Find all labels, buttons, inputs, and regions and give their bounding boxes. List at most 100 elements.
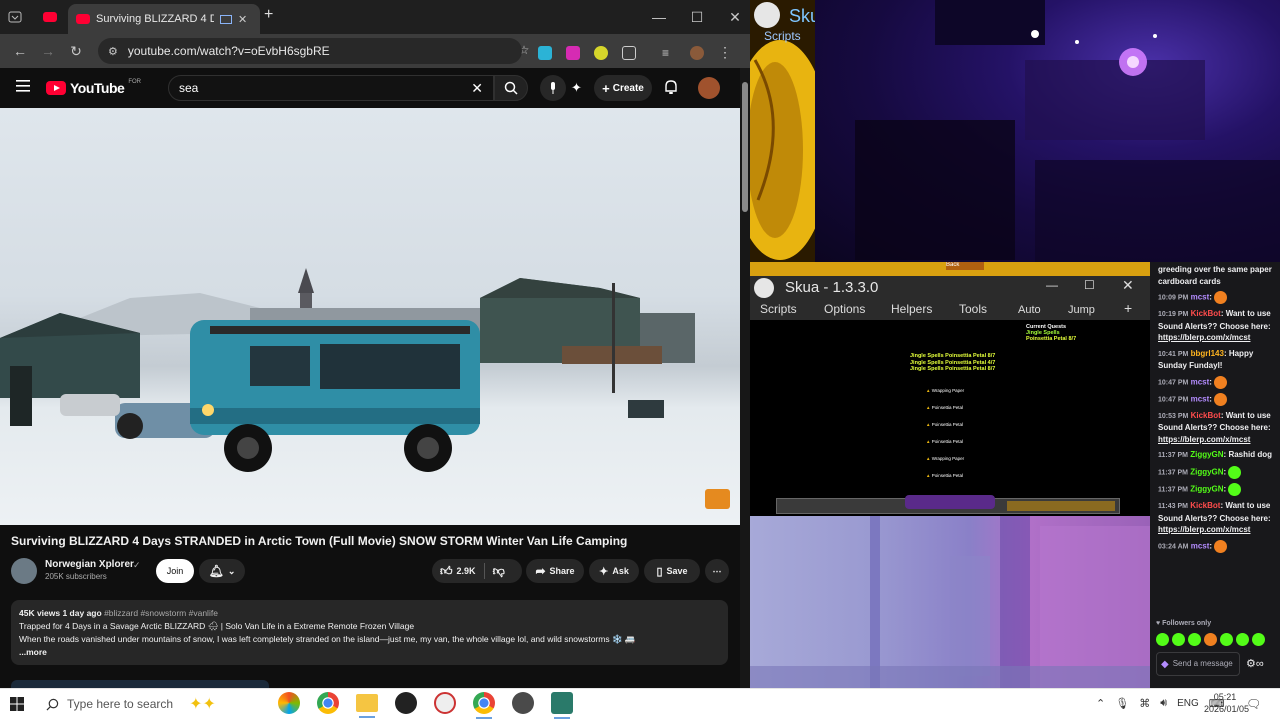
skua-menu-tools[interactable]: Tools bbox=[959, 302, 987, 316]
emote[interactable] bbox=[1172, 633, 1185, 646]
chat-username[interactable]: bbgrl143 bbox=[1191, 349, 1224, 358]
chat-username[interactable]: ZiggyGN bbox=[1190, 467, 1223, 476]
chat-username[interactable]: mcst bbox=[1191, 377, 1210, 386]
emote[interactable] bbox=[1204, 633, 1217, 646]
share-button[interactable]: ➦ Share bbox=[526, 559, 584, 583]
emote[interactable] bbox=[1214, 392, 1228, 406]
skua-minimize-button[interactable]: — bbox=[1046, 278, 1058, 292]
tab-search-icon[interactable] bbox=[8, 10, 22, 24]
notification-center-icon[interactable]: 🗨︎ bbox=[1246, 697, 1261, 711]
app-game-icon[interactable] bbox=[551, 692, 573, 719]
search-box[interactable]: ✕ bbox=[168, 75, 494, 101]
media-control-icon[interactable]: ≡ bbox=[662, 46, 676, 60]
emote[interactable] bbox=[1228, 465, 1242, 479]
skua-menu-options[interactable]: Options bbox=[824, 302, 865, 316]
emote[interactable] bbox=[1188, 633, 1201, 646]
search-button[interactable] bbox=[494, 75, 528, 101]
video-player[interactable] bbox=[0, 108, 740, 525]
chat-username[interactable]: mcst bbox=[1191, 541, 1210, 550]
emote[interactable] bbox=[1156, 633, 1169, 646]
tab-active[interactable]: Surviving BLIZZARD 4 Days ✕ bbox=[68, 4, 260, 34]
like-icon[interactable]: 👍︎ bbox=[440, 564, 453, 579]
emote[interactable] bbox=[1214, 291, 1228, 304]
app-snip-icon[interactable] bbox=[434, 692, 456, 714]
skua-close-button[interactable]: ✕ bbox=[1122, 277, 1134, 294]
game-action-bar[interactable] bbox=[776, 495, 1120, 514]
emote[interactable] bbox=[1236, 633, 1249, 646]
create-button[interactable]: + Create bbox=[594, 75, 652, 101]
windows-start-icon[interactable] bbox=[10, 697, 24, 711]
close-window-button[interactable]: ✕ bbox=[716, 9, 750, 26]
tray-chevron-up-icon[interactable]: ⌃ bbox=[1096, 697, 1105, 710]
more-actions-button[interactable]: ⋯ bbox=[705, 559, 729, 583]
tray-language[interactable]: ENG bbox=[1177, 698, 1199, 709]
channel-name[interactable]: Norwegian Xplorer bbox=[45, 559, 134, 570]
address-bar[interactable]: ⚙ youtube.com/watch?v=oEvbH6sgbRE bbox=[98, 38, 522, 64]
tab-youtube-inactive[interactable] bbox=[38, 6, 62, 28]
maximize-button[interactable]: ☐ bbox=[678, 9, 716, 26]
skua-menu-jump[interactable]: Jump bbox=[1068, 304, 1095, 316]
description-box[interactable]: 45K views 1 day ago #blizzard #snowstorm… bbox=[11, 600, 728, 665]
app-chrome-2-icon[interactable] bbox=[473, 692, 495, 719]
emote[interactable] bbox=[1228, 482, 1242, 496]
chat-input[interactable]: ◆ Send a message bbox=[1156, 652, 1240, 676]
skua-menu-helpers[interactable]: Helpers bbox=[891, 302, 932, 316]
extension-3-icon[interactable] bbox=[594, 45, 608, 60]
emote[interactable] bbox=[1252, 633, 1265, 646]
chat-username[interactable]: ZiggyGN bbox=[1190, 450, 1223, 459]
show-more-link[interactable]: ...more bbox=[19, 646, 720, 659]
voice-search-button[interactable] bbox=[540, 75, 566, 101]
chat-username[interactable]: mcst bbox=[1191, 394, 1210, 403]
chat-settings-icon[interactable]: ⚙∞ bbox=[1246, 657, 1264, 670]
tray-clock[interactable]: 05:21 2026/01/05 bbox=[1204, 691, 1249, 715]
search-input[interactable] bbox=[179, 81, 472, 95]
chat-link[interactable]: https://blerp.com/x/mcst bbox=[1158, 435, 1250, 444]
chat-username[interactable]: mcst bbox=[1191, 293, 1210, 302]
emote[interactable] bbox=[1214, 539, 1228, 553]
user-avatar[interactable] bbox=[698, 77, 720, 99]
save-button[interactable]: ▯ Save bbox=[644, 559, 700, 583]
skua-menu-auto[interactable]: Auto bbox=[1018, 304, 1041, 316]
tray-microphone-icon[interactable]: 🎙︎ bbox=[1115, 697, 1129, 710]
chrome-menu-icon[interactable]: ⋮ bbox=[718, 44, 732, 61]
channel-avatar[interactable] bbox=[11, 558, 37, 584]
sparkle-icon[interactable]: ✦ bbox=[571, 80, 582, 96]
chat-username[interactable]: ZiggyGN bbox=[1190, 485, 1223, 494]
notifications-bell-icon[interactable] bbox=[664, 79, 678, 95]
dislike-icon[interactable]: 👎︎ bbox=[493, 564, 505, 579]
hamburger-menu-icon[interactable] bbox=[16, 80, 30, 92]
extension-2-icon[interactable] bbox=[566, 45, 580, 60]
join-button[interactable]: Join bbox=[156, 559, 194, 583]
app-skua-icon[interactable] bbox=[512, 692, 534, 714]
profile-avatar[interactable] bbox=[690, 45, 704, 60]
chat-username[interactable]: KickBot bbox=[1190, 501, 1220, 510]
chat-link[interactable]: https://blerp.com/x/mcst bbox=[1158, 525, 1250, 534]
copilot-sparkle-icon[interactable]: ✦✦ bbox=[189, 694, 216, 714]
emote[interactable] bbox=[1214, 375, 1228, 389]
app-obs-icon[interactable] bbox=[395, 692, 417, 714]
chat-username[interactable]: KickBot bbox=[1191, 309, 1221, 318]
app-copilot-icon[interactable] bbox=[278, 692, 300, 714]
skill-bar[interactable] bbox=[905, 495, 995, 509]
close-tab-icon[interactable]: ✕ bbox=[238, 13, 247, 26]
page-scrollbar[interactable] bbox=[740, 68, 750, 688]
clear-search-icon[interactable]: ✕ bbox=[471, 80, 483, 97]
chat-username[interactable]: KickBot bbox=[1191, 411, 1221, 420]
skua-maximize-button[interactable]: ☐ bbox=[1084, 278, 1095, 292]
chat-link[interactable]: https://blerp.com/x/mcst bbox=[1158, 333, 1250, 342]
hashtags[interactable]: #blizzard #snowstorm #vanlife bbox=[104, 608, 218, 618]
skua-add-button[interactable]: + bbox=[1124, 300, 1132, 316]
emote[interactable] bbox=[1220, 633, 1233, 646]
taskbar-search[interactable]: Type here to search ✦✦ bbox=[36, 690, 268, 718]
like-count[interactable]: 2.9K bbox=[457, 566, 476, 576]
app-chrome-icon[interactable] bbox=[317, 692, 339, 714]
item-bar[interactable] bbox=[1007, 501, 1115, 511]
extensions-puzzle-icon[interactable] bbox=[622, 45, 636, 60]
new-tab-button[interactable]: + bbox=[264, 6, 273, 24]
back-icon[interactable]: ← bbox=[10, 43, 30, 60]
tray-volume-icon[interactable]: 🔊︎ bbox=[1160, 697, 1167, 710]
app-file-explorer-icon[interactable] bbox=[356, 694, 378, 718]
reload-icon[interactable]: ↻ bbox=[66, 43, 86, 60]
minimize-button[interactable]: — bbox=[640, 9, 678, 26]
ask-button[interactable]: ✦ Ask bbox=[589, 559, 639, 583]
